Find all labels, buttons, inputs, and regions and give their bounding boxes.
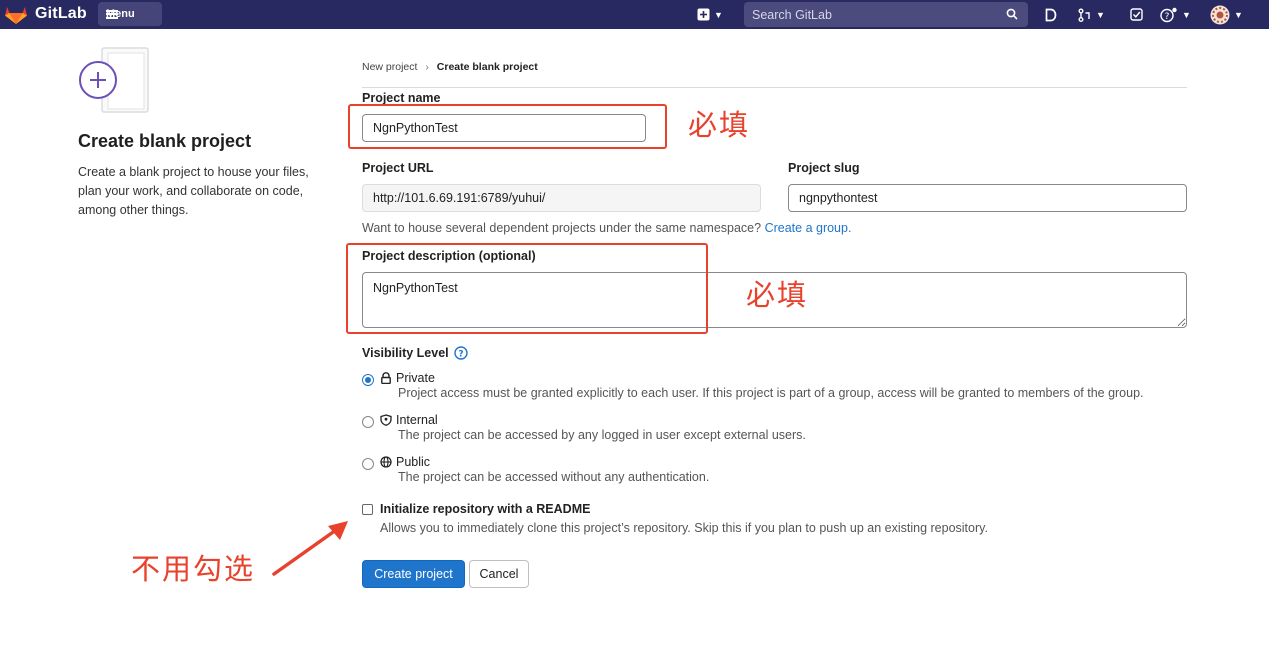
visibility-level-heading: Visibility Level ?	[362, 346, 468, 360]
visibility-public-title: Public	[396, 455, 431, 469]
help-dropdown-button[interactable]: ? ▼	[1160, 5, 1191, 24]
user-menu-button[interactable]: ▼	[1210, 5, 1243, 24]
visibility-private-radio[interactable]	[362, 374, 374, 386]
namespace-help-label: Want to house several dependent projects…	[362, 221, 762, 235]
annotation-required-2: 必填	[746, 278, 809, 312]
cancel-button[interactable]: Cancel	[469, 560, 529, 588]
visibility-internal-radio[interactable]	[362, 416, 374, 428]
breadcrumb-current: Create blank project	[436, 61, 538, 73]
project-slug-label: Project slug	[788, 161, 860, 175]
visibility-level-label: Visibility Level	[362, 346, 449, 360]
merge-request-icon	[1078, 8, 1090, 22]
create-project-button[interactable]: Create project	[362, 560, 465, 588]
breadcrumb-divider	[362, 87, 1187, 88]
visibility-public-desc: The project can be accessed without any …	[398, 470, 710, 484]
namespace-help-text: Want to house several dependent projects…	[362, 221, 851, 235]
readme-checkbox[interactable]	[362, 504, 373, 515]
menu-button-label: Menu	[106, 8, 135, 20]
annotation-box-project-name	[348, 104, 667, 149]
menu-button[interactable]: Menu	[98, 2, 162, 26]
plus-square-icon	[697, 8, 710, 21]
annotation-required-1: 必填	[688, 108, 751, 142]
visibility-option-public[interactable]: Public The project can be accessed witho…	[362, 455, 709, 484]
avatar	[1210, 5, 1230, 24]
annotation-box-description	[346, 243, 708, 334]
blank-project-illustration	[79, 47, 149, 113]
svg-text:?: ?	[1165, 12, 1170, 22]
visibility-option-internal[interactable]: Internal The project can be accessed by …	[362, 413, 806, 442]
project-url-label: Project URL	[362, 161, 434, 175]
readme-label[interactable]: Initialize repository with a README	[380, 502, 590, 516]
todo-check-icon	[1130, 8, 1143, 21]
readme-description: Allows you to immediately clone this pro…	[380, 521, 988, 535]
help-circle-icon[interactable]: ?	[453, 346, 468, 360]
visibility-internal-desc: The project can be accessed by any logge…	[398, 428, 806, 442]
page-description: Create a blank project to house your fil…	[78, 165, 309, 217]
issues-button[interactable]	[1045, 5, 1057, 24]
annotation-arrow-icon	[272, 521, 348, 576]
annotation-no-check: 不用勾选	[131, 552, 256, 586]
brand-name: GitLab	[35, 5, 87, 22]
search-icon	[1006, 8, 1018, 20]
page-title: Create blank project	[78, 131, 252, 151]
chevron-down-icon: ▼	[714, 9, 723, 20]
gitlab-home-link[interactable]: GitLab	[4, 3, 87, 25]
top-navbar: GitLab Menu ▼ ▼	[0, 0, 1269, 29]
visibility-private-desc: Project access must be granted explicitl…	[398, 386, 1144, 400]
help-icon: ?	[1160, 7, 1177, 22]
gitlab-logo-icon	[5, 7, 27, 24]
search-box[interactable]	[744, 2, 1028, 27]
visibility-private-title: Private	[396, 371, 435, 385]
globe-icon	[380, 456, 392, 468]
new-dropdown-button[interactable]: ▼	[697, 5, 723, 24]
search-input[interactable]	[752, 2, 992, 27]
breadcrumb: New project › Create blank project	[362, 61, 538, 73]
visibility-public-radio[interactable]	[362, 458, 374, 470]
shield-icon	[380, 414, 392, 426]
project-name-label: Project name	[362, 91, 441, 105]
chevron-down-icon: ▼	[1182, 9, 1191, 20]
project-slug-input[interactable]	[788, 184, 1187, 212]
visibility-option-private[interactable]: Private Project access must be granted e…	[362, 371, 1144, 400]
project-url-field	[362, 184, 761, 212]
merge-requests-button[interactable]: ▼	[1078, 5, 1105, 24]
breadcrumb-new-project[interactable]: New project	[362, 61, 417, 73]
create-group-link[interactable]: Create a group.	[765, 221, 852, 235]
todos-button[interactable]	[1130, 5, 1143, 24]
chevron-down-icon: ▼	[1096, 9, 1105, 20]
svg-text:?: ?	[458, 350, 463, 360]
chevron-down-icon: ▼	[1234, 9, 1243, 20]
lock-icon	[381, 372, 391, 384]
issues-icon	[1045, 8, 1057, 21]
breadcrumb-separator: ›	[425, 61, 429, 73]
visibility-internal-title: Internal	[396, 413, 438, 427]
